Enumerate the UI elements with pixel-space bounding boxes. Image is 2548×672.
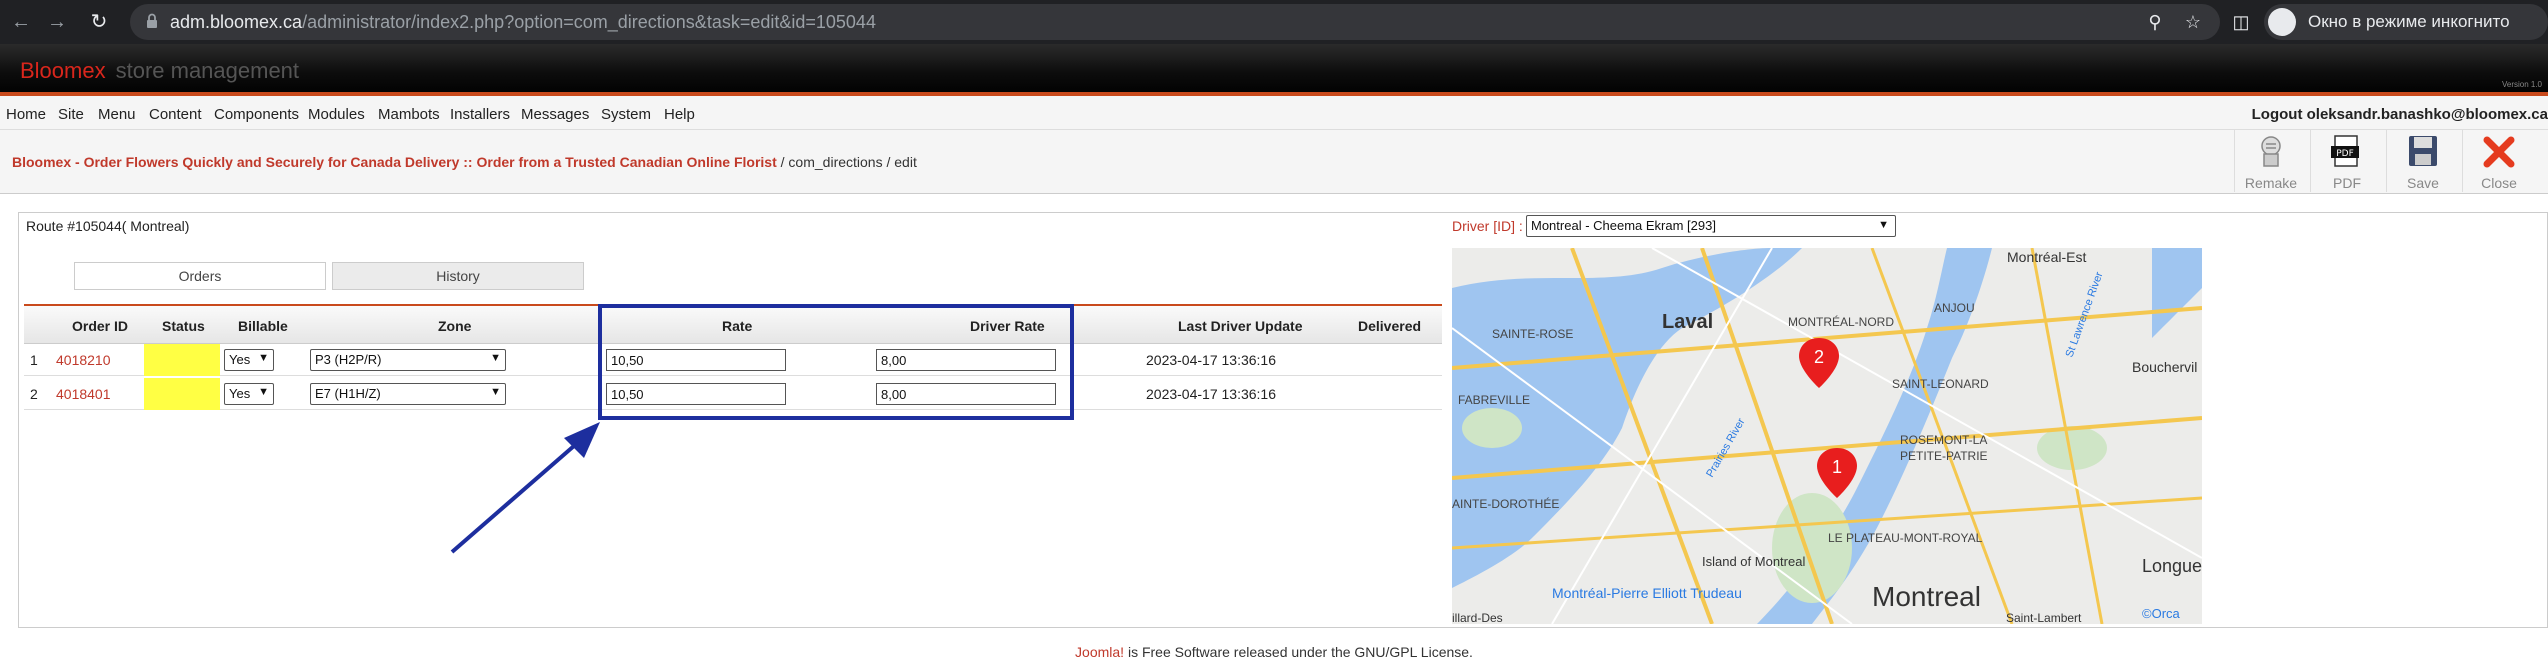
zone-select[interactable]: P3 (H2P/R) ▼ (310, 349, 506, 371)
last-driver-update: 2023-04-17 13:36:16 (1146, 386, 1276, 402)
header-zone: Zone (438, 318, 472, 334)
pdf-icon: PDF (2331, 135, 2359, 167)
lock-icon (147, 13, 157, 28)
map-label-sainte-rose: SAINTE-ROSE (1492, 327, 1573, 341)
toolbar: Bloomex - Order Flowers Quickly and Secu… (0, 130, 2548, 194)
header-order-id: Order ID (72, 318, 129, 334)
menu-installers[interactable]: Installers (450, 106, 510, 123)
map-label-laval: Laval (1662, 311, 1713, 333)
header-delivered: Delivered (1358, 318, 1422, 334)
driver-label: Driver [ID] : (1452, 218, 1523, 234)
menu-system[interactable]: System (601, 106, 651, 123)
map-label-montreal: Montreal (1872, 581, 1981, 612)
billable-select[interactable]: Yes ▼ (224, 383, 274, 405)
close-icon (2483, 136, 2515, 168)
order-id-link[interactable]: 4018401 (56, 386, 111, 402)
joomla-link[interactable]: Joomla! (1075, 644, 1124, 660)
pdf-button[interactable]: PDF PDF (2310, 130, 2382, 192)
route-map[interactable]: Laval Montréal-Est SAINTE-ROSE MONTRÉAL-… (1452, 248, 2202, 624)
menu-content[interactable]: Content (149, 106, 202, 123)
menu-site[interactable]: Site (58, 106, 84, 123)
app-header: Bloomex store management Version 1.0 (0, 44, 2548, 96)
brand-logo: Bloomex store management (20, 58, 300, 83)
order-id-link[interactable]: 4018210 (56, 352, 111, 368)
remake-icon (2261, 136, 2281, 167)
last-driver-update: 2023-04-17 13:36:16 (1146, 352, 1276, 368)
chevron-down-icon: ▼ (258, 386, 269, 398)
map-label-villard: illard-Des (1452, 611, 1503, 624)
forward-icon[interactable]: → (44, 9, 70, 35)
tab-orders[interactable]: Orders (74, 262, 326, 290)
zoom-icon[interactable]: ⚲ (2142, 10, 2168, 34)
side-panel-icon[interactable]: ◫ (2228, 10, 2254, 34)
save-button[interactable]: Save (2386, 130, 2458, 192)
map-label-petite-patrie: PETITE-PATRIE (1900, 449, 1988, 463)
map-label-montreal-est: Montréal-Est (2007, 249, 2086, 265)
map-label-boucherville: Bouchervil (2132, 359, 2197, 375)
map-label-airport: Montréal-Pierre Elliott Trudeau (1552, 585, 1742, 601)
annotation-arrow (450, 422, 600, 554)
menu-help[interactable]: Help (664, 106, 695, 123)
logout-link[interactable]: Logout oleksandr.banashko@bloomex.ca (2252, 106, 2548, 123)
breadcrumb-site-link[interactable]: Bloomex - Order Flowers Quickly and Secu… (12, 154, 777, 170)
chevron-down-icon: ▼ (490, 386, 501, 398)
version-label: Version 1.0 (2501, 80, 2542, 89)
url-text: adm.bloomex.ca/administrator/index2.php?… (170, 12, 876, 32)
map-label-sainte-dorothee: AINTE-DOROTHÉE (1452, 496, 1559, 511)
close-button[interactable]: Close (2462, 130, 2534, 192)
map-label-rosemont: ROSEMONT-LA (1900, 433, 1987, 447)
map-label-saint-lambert: Saint-Lambert (2006, 611, 2082, 624)
annotation-highlight-box (598, 304, 1074, 420)
route-title: Route #105044( Montreal) (26, 218, 190, 234)
map-label-saint-leonard: SAINT-LEONARD (1892, 377, 1989, 391)
back-icon[interactable]: ← (8, 9, 34, 35)
header-billable: Billable (238, 318, 288, 334)
address-bar[interactable]: adm.bloomex.ca/administrator/index2.php?… (130, 4, 2220, 40)
bookmark-star-icon[interactable]: ☆ (2180, 10, 2206, 34)
svg-text:2: 2 (1814, 347, 1824, 367)
browser-chrome: ← → ↻ adm.bloomex.ca/administrator/index… (0, 0, 2548, 44)
menu-menu[interactable]: Menu (98, 106, 136, 123)
billable-select[interactable]: Yes ▼ (224, 349, 274, 371)
chevron-down-icon: ▼ (258, 352, 269, 364)
map-label-anjou: ANJOU (1934, 301, 1975, 315)
menu-components[interactable]: Components (214, 106, 299, 123)
status-cell (144, 378, 220, 410)
header-status: Status (162, 318, 205, 334)
reload-icon[interactable]: ↻ (86, 9, 112, 35)
header-last-driver-update: Last Driver Update (1178, 318, 1303, 334)
status-cell (144, 344, 220, 376)
chevron-down-icon: ▼ (490, 352, 501, 364)
floppy-disk-icon (2409, 136, 2437, 166)
map-label-plateau: LE PLATEAU-MONT-ROYAL (1828, 531, 1983, 545)
menu-home[interactable]: Home (6, 106, 46, 123)
chevron-down-icon: ▼ (1878, 219, 1889, 231)
tab-history[interactable]: History (332, 262, 584, 290)
footer: Joomla! is Free Software released under … (1075, 644, 1473, 660)
map-attribution: ©Orca (2142, 606, 2181, 621)
incognito-indicator[interactable]: Окно в режиме инкогнито (2264, 4, 2548, 40)
svg-text:PDF: PDF (2336, 149, 2354, 159)
breadcrumb: Bloomex - Order Flowers Quickly and Secu… (12, 154, 917, 170)
row-number: 2 (30, 386, 38, 402)
menu-mambots[interactable]: Mambots (378, 106, 440, 123)
row-number: 1 (30, 352, 38, 368)
map-label-montreal-nord: MONTRÉAL-NORD (1788, 314, 1894, 329)
svg-text:1: 1 (1832, 457, 1842, 477)
remake-button[interactable]: Remake (2234, 130, 2306, 192)
main-menu: Home Site Menu Content Components Module… (0, 96, 2548, 130)
map-label-fabreville: FABREVILLE (1458, 393, 1530, 407)
map-label-island: Island of Montreal (1702, 554, 1805, 569)
driver-select[interactable]: Montreal - Cheema Ekram [293] ▼ (1526, 215, 1896, 237)
menu-messages[interactable]: Messages (521, 106, 589, 123)
incognito-icon (2268, 8, 2296, 36)
incognito-label: Окно в режиме инкогнито (2308, 12, 2510, 31)
zone-select[interactable]: E7 (H1H/Z) ▼ (310, 383, 506, 405)
map-label-longue: Longue (2142, 556, 2202, 576)
menu-modules[interactable]: Modules (308, 106, 365, 123)
